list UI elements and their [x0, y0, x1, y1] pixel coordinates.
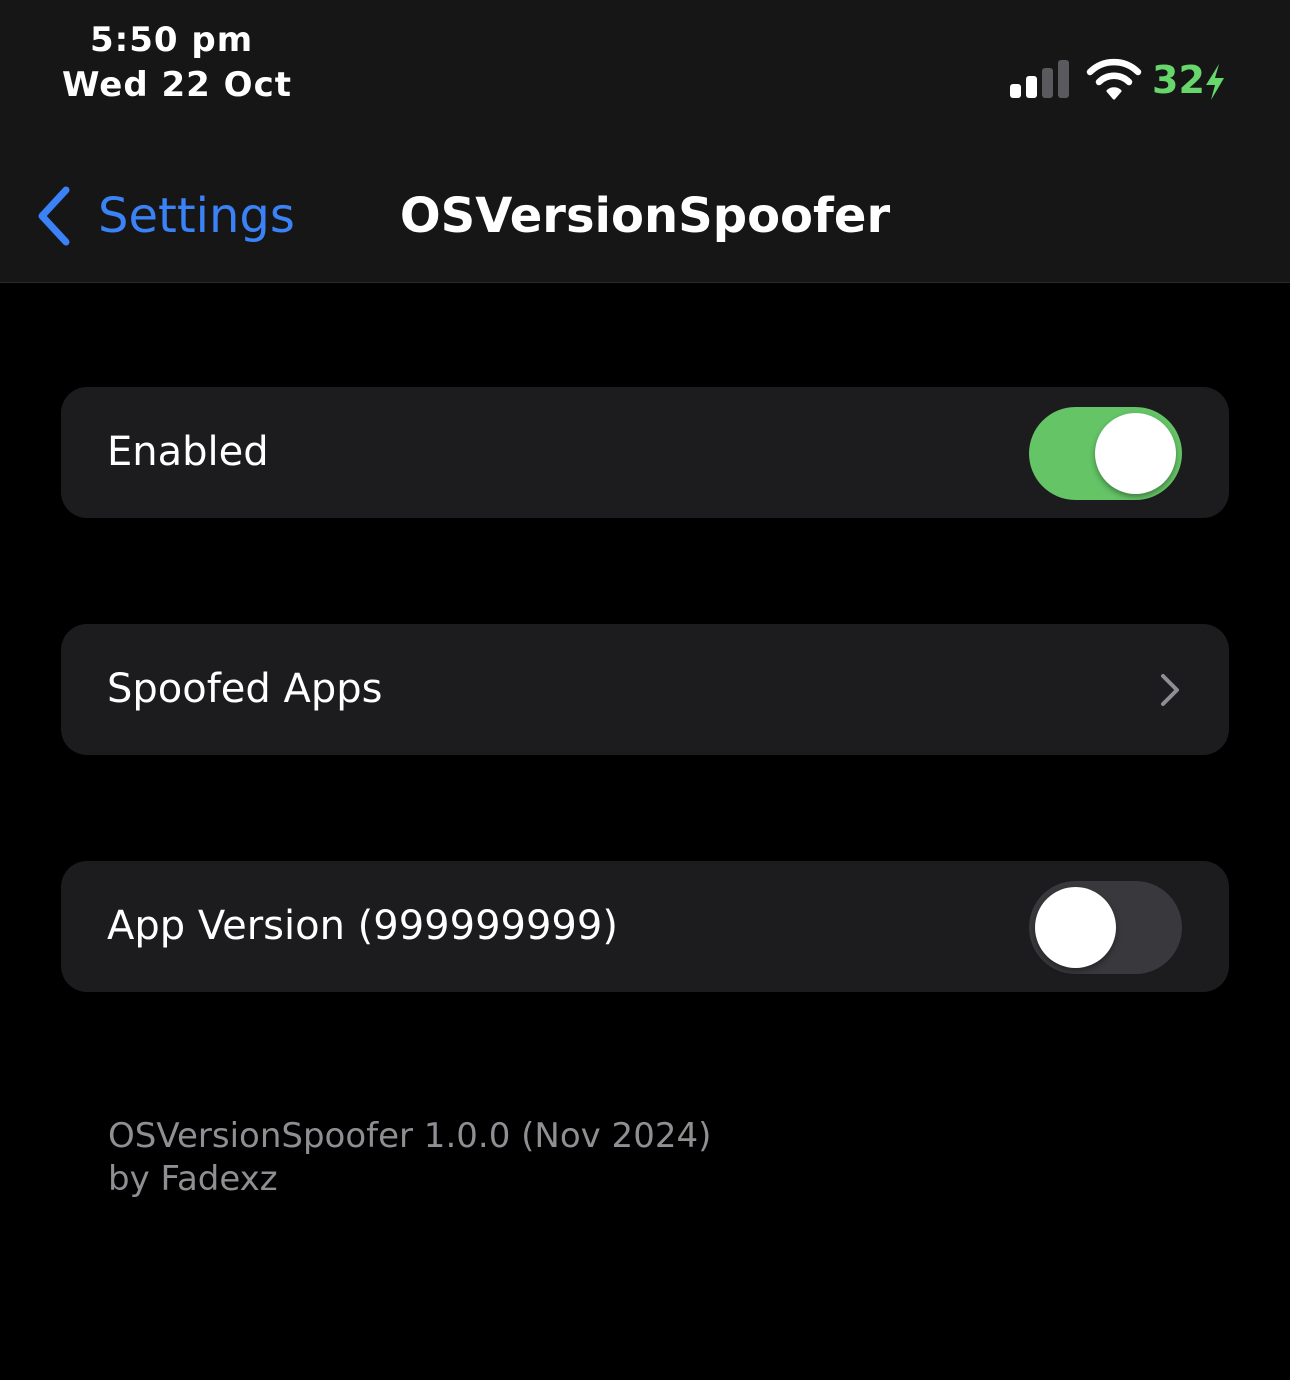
toggle-knob	[1095, 413, 1176, 494]
top-bar: 5:50 pm Wed 22 Oct 32 Settings OSVersion…	[0, 0, 1290, 283]
battery-percentage: 32	[1152, 58, 1205, 102]
page-title: OSVersionSpoofer	[399, 188, 891, 244]
status-date: Wed 22 Oct	[62, 65, 292, 105]
app-version-row: App Version (999999999)	[61, 861, 1229, 992]
wifi-icon	[1086, 58, 1142, 100]
spoofed-apps-row[interactable]: Spoofed Apps	[61, 624, 1229, 755]
app-version-label: App Version (999999999)	[107, 903, 618, 949]
app-version-toggle[interactable]	[1029, 881, 1182, 974]
status-time: 5:50 pm	[90, 20, 254, 60]
enabled-row: Enabled	[61, 387, 1229, 518]
charging-bolt-icon	[1206, 64, 1224, 100]
spoofed-apps-label: Spoofed Apps	[107, 666, 383, 712]
chevron-right-icon	[1161, 674, 1179, 706]
enabled-toggle[interactable]	[1029, 407, 1182, 500]
enabled-label: Enabled	[107, 429, 269, 475]
toggle-knob	[1035, 887, 1116, 968]
settings-page: 5:50 pm Wed 22 Oct 32 Settings OSVersion…	[0, 0, 1290, 1380]
footer-author-text: by Fadexz	[108, 1159, 278, 1199]
footer-version-text: OSVersionSpoofer 1.0.0 (Nov 2024)	[108, 1116, 712, 1156]
cellular-signal-icon	[1010, 60, 1069, 98]
